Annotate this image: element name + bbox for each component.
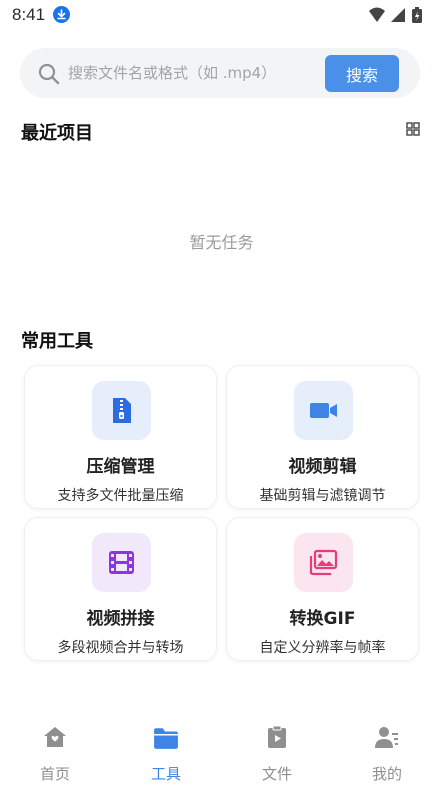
empty-state-text: 暂无任务	[189, 233, 254, 252]
recent-section-title: 最近项目	[21, 123, 93, 144]
tool-description: 多段视频合并与转场	[57, 640, 184, 656]
nav-label: 文件	[261, 765, 292, 783]
tool-card-video-merge[interactable]: 视频拼接 多段视频合并与转场	[24, 517, 217, 661]
search-input[interactable]	[68, 61, 318, 85]
download-icon	[53, 6, 70, 23]
home-icon	[44, 727, 66, 747]
nav-item-files[interactable]: 文件	[222, 715, 332, 788]
tool-description: 自定义分辨率与帧率	[259, 640, 386, 656]
tool-name: 视频剪辑	[288, 457, 357, 477]
search-icon	[38, 63, 60, 85]
tool-card-compress[interactable]: 压缩管理 支持多文件批量压缩	[24, 365, 217, 509]
tool-name: 转换GIF	[289, 609, 356, 629]
tool-name: 视频拼接	[86, 609, 155, 629]
nav-label: 我的	[371, 765, 402, 783]
signal-icon	[391, 8, 405, 22]
photo-stack-icon	[309, 549, 338, 576]
nav-item-home[interactable]: 首页	[0, 715, 110, 788]
nav-label: 首页	[39, 765, 70, 783]
status-indicators	[367, 6, 431, 24]
search-button[interactable]: 搜索	[325, 55, 399, 92]
battery-icon	[412, 7, 422, 23]
bottom-navigation: 首页 工具 文件 我的	[0, 715, 443, 788]
folder-icon	[154, 728, 178, 749]
user-list-icon	[375, 727, 398, 748]
wifi-icon	[369, 7, 385, 22]
film-icon	[109, 551, 134, 574]
status-bar: 8:41	[0, 0, 443, 30]
status-time: 8:41	[12, 5, 46, 24]
video-camera-icon	[310, 403, 337, 418]
grid-view-icon[interactable]	[406, 121, 420, 136]
zip-file-icon	[113, 398, 131, 423]
clipboard-play-icon	[268, 725, 286, 748]
tool-card-video-edit[interactable]: 视频剪辑 基础剪辑与滤镜调节	[226, 365, 419, 509]
nav-label: 工具	[150, 765, 181, 783]
tool-name: 压缩管理	[86, 457, 155, 477]
tool-card-gif-convert[interactable]: 转换GIF 自定义分辨率与帧率	[226, 517, 419, 661]
tool-description: 支持多文件批量压缩	[57, 488, 184, 504]
tools-section-title: 常用工具	[21, 331, 93, 352]
tool-description: 基础剪辑与滤镜调节	[259, 488, 386, 504]
nav-item-tools[interactable]: 工具	[111, 715, 221, 788]
search-bar: 搜索	[20, 48, 420, 98]
nav-item-me[interactable]: 我的	[332, 715, 442, 788]
